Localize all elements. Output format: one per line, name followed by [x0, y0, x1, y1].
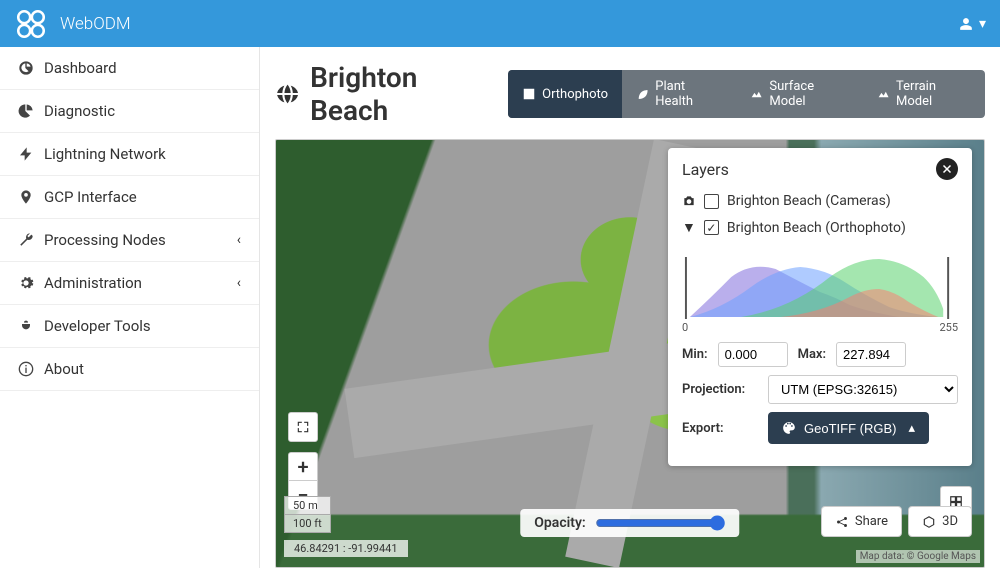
dashboard-icon	[18, 60, 34, 76]
layers-title: Layers	[682, 160, 729, 179]
sidebar-item-label: Administration	[44, 274, 142, 292]
pin-icon	[18, 189, 34, 205]
info-icon	[18, 361, 34, 377]
chevron-left-icon: ‹	[237, 275, 241, 291]
projection-select[interactable]: UTM (EPSG:32615)	[768, 375, 958, 404]
export-button[interactable]: GeoTIFF (RGB) ▴	[768, 412, 929, 444]
sidebar-item-diagnostic[interactable]: Diagnostic	[0, 90, 259, 133]
layer-checkbox[interactable]	[704, 194, 719, 209]
top-bar: WebODM ▾	[0, 0, 1000, 47]
sidebar-item-devtools[interactable]: Developer Tools	[0, 305, 259, 348]
histogram[interactable]	[682, 247, 958, 319]
tab-plant-health[interactable]: Plant Health	[622, 70, 736, 118]
sidebar-item-label: About	[44, 360, 84, 378]
min-label: Min:	[682, 347, 708, 362]
camera-icon	[682, 194, 696, 208]
export-label: Export:	[682, 421, 760, 436]
histo-axis-min: 0	[682, 321, 688, 334]
max-input[interactable]	[836, 342, 906, 367]
sidebar-item-label: Processing Nodes	[44, 231, 166, 249]
tab-surface-model[interactable]: Surface Model	[736, 70, 863, 118]
sidebar-item-label: Dashboard	[44, 59, 117, 77]
coordinates-readout: 46.84291 : -91.99441	[284, 540, 408, 557]
view-tabs: Orthophoto Plant Health Surface Model Te…	[508, 70, 985, 118]
share-icon	[835, 515, 849, 529]
share-button[interactable]: Share	[821, 506, 902, 537]
area-icon	[877, 87, 890, 101]
projection-label: Projection:	[682, 382, 760, 397]
globe-icon	[275, 81, 300, 107]
app-name: WebODM	[60, 14, 131, 34]
zoom-in-button[interactable]: +	[288, 453, 318, 481]
three-d-button[interactable]: 3D	[908, 506, 972, 537]
fullscreen-icon	[296, 420, 310, 434]
wrench-icon	[18, 232, 34, 248]
sidebar-item-dashboard[interactable]: Dashboard	[0, 47, 259, 90]
image-icon	[522, 87, 536, 101]
opacity-control: Opacity:	[520, 509, 739, 537]
area-icon	[750, 87, 763, 101]
chevron-left-icon: ‹	[237, 232, 241, 248]
sidebar-item-administration[interactable]: Administration ‹	[0, 262, 259, 305]
scale-indicator: 50 m 100 ft	[284, 496, 331, 533]
max-label: Max:	[798, 347, 826, 362]
page-title: Brighton Beach	[275, 61, 496, 127]
leaf-icon	[636, 87, 649, 101]
gears-icon	[18, 275, 34, 291]
tab-orthophoto[interactable]: Orthophoto	[508, 70, 622, 118]
map-attribution: Map data: © Google Maps	[856, 550, 980, 563]
fullscreen-button[interactable]	[288, 412, 318, 442]
close-icon	[941, 163, 953, 175]
layer-label: Brighton Beach (Orthophoto)	[727, 220, 906, 236]
map-viewport[interactable]: + − 50 m 100 ft 46.84291 : -91.99441 Opa…	[275, 139, 985, 568]
palette-icon	[782, 421, 796, 435]
caret-down-icon[interactable]: ▼	[682, 219, 696, 236]
bug-icon	[18, 318, 34, 334]
sidebar-item-processing[interactable]: Processing Nodes ‹	[0, 219, 259, 262]
layer-label: Brighton Beach (Cameras)	[727, 193, 891, 209]
pie-icon	[18, 103, 34, 119]
cube-icon	[922, 515, 936, 529]
sidebar-item-label: Lightning Network	[44, 145, 166, 163]
opacity-slider[interactable]	[596, 515, 726, 531]
sidebar-item-label: Developer Tools	[44, 317, 151, 335]
tab-terrain-model[interactable]: Terrain Model	[863, 70, 985, 118]
sidebar-item-about[interactable]: About	[0, 348, 259, 391]
layer-row-cameras[interactable]: Brighton Beach (Cameras)	[682, 188, 958, 214]
user-icon	[959, 17, 973, 31]
sidebar-item-gcp[interactable]: GCP Interface	[0, 176, 259, 219]
sidebar-item-label: Diagnostic	[44, 102, 115, 120]
histogram-svg	[682, 247, 958, 319]
opacity-label: Opacity:	[534, 515, 585, 531]
min-input[interactable]	[718, 342, 788, 367]
app-logo-icon	[14, 7, 48, 41]
layer-row-orthophoto[interactable]: ▼ Brighton Beach (Orthophoto)	[682, 214, 958, 241]
layers-panel: Layers Brighton Beach (Cameras) ▼ Bright	[668, 148, 972, 466]
caret-down-icon: ▾	[979, 16, 986, 32]
sidebar: Dashboard Diagnostic Lightning Network G…	[0, 47, 260, 568]
layer-checkbox[interactable]	[704, 220, 719, 235]
sidebar-item-label: GCP Interface	[44, 188, 137, 206]
histo-axis-max: 255	[939, 321, 958, 334]
sidebar-item-lightning[interactable]: Lightning Network	[0, 133, 259, 176]
user-menu[interactable]: ▾	[959, 16, 986, 32]
close-layers-button[interactable]	[936, 158, 958, 180]
bolt-icon	[18, 146, 34, 162]
caret-up-icon: ▴	[908, 420, 915, 436]
